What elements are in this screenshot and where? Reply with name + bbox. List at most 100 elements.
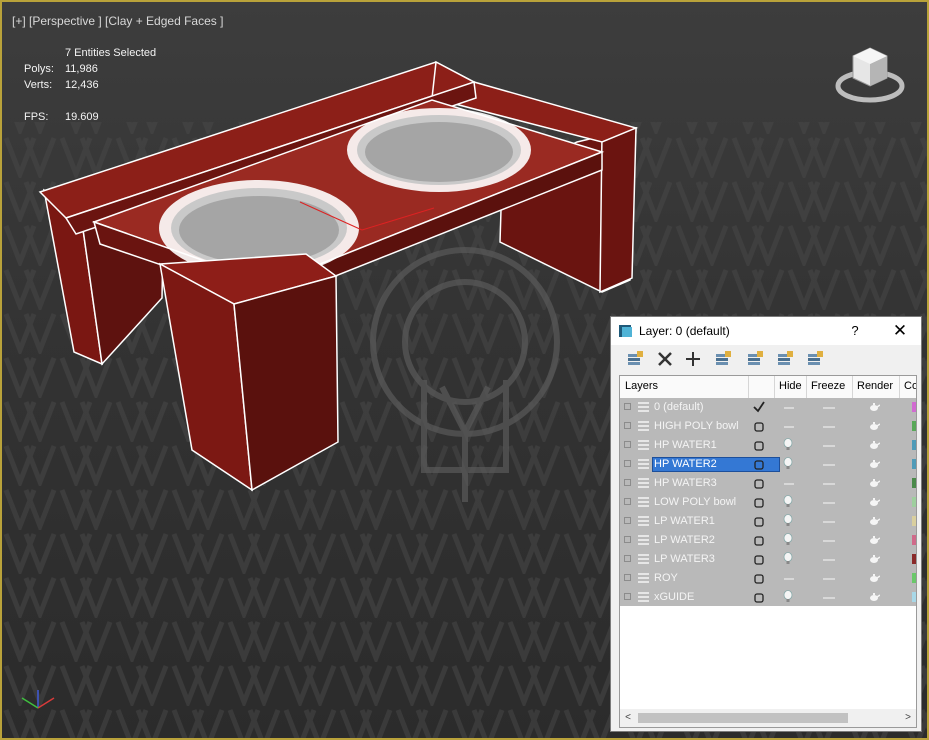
layer-name[interactable]: HP WATER1	[652, 438, 719, 453]
freeze-toggle[interactable]	[823, 426, 835, 428]
freeze-toggle[interactable]	[823, 578, 835, 580]
scroll-left-icon[interactable]: <	[622, 712, 634, 724]
column-render[interactable]: Render	[857, 380, 893, 392]
hide-all-icon[interactable]	[775, 349, 795, 369]
layer-color-swatch[interactable]	[912, 554, 916, 564]
viewport-label[interactable]: [+] [Perspective ] [Clay + Edged Faces ]	[12, 14, 223, 28]
perspective-viewport[interactable]: [+] [Perspective ] [Clay + Edged Faces ]…	[0, 0, 929, 740]
layer-color-swatch[interactable]	[912, 440, 916, 450]
help-button[interactable]: ?	[845, 321, 865, 341]
expand-icon[interactable]	[624, 479, 631, 486]
freeze-toggle[interactable]	[823, 464, 835, 466]
expand-icon[interactable]	[624, 593, 631, 600]
layer-name[interactable]: LP WATER2	[652, 533, 717, 548]
render-teapot-icon[interactable]	[868, 572, 881, 584]
select-in-layer-icon[interactable]	[713, 349, 733, 369]
freeze-toggle[interactable]	[823, 540, 835, 542]
render-teapot-icon[interactable]	[868, 534, 881, 546]
layer-color-swatch[interactable]	[912, 535, 916, 545]
layer-name[interactable]: ROY	[652, 571, 680, 586]
render-teapot-icon[interactable]	[868, 401, 881, 413]
freeze-toggle[interactable]	[823, 597, 835, 599]
layer-color-swatch[interactable]	[912, 459, 916, 469]
layer-color-swatch[interactable]	[912, 592, 916, 602]
hide-toggle-bulb-icon[interactable]	[782, 590, 794, 604]
layer-name[interactable]: LP WATER3	[652, 552, 717, 567]
hide-toggle-bulb-icon[interactable]	[782, 533, 794, 547]
horizontal-scrollbar[interactable]: < >	[620, 709, 916, 727]
render-teapot-icon[interactable]	[868, 477, 881, 489]
render-teapot-icon[interactable]	[868, 553, 881, 565]
expand-icon[interactable]	[624, 536, 631, 543]
scroll-right-icon[interactable]: >	[902, 712, 914, 724]
layer-row[interactable]: LP WATER1	[620, 512, 916, 531]
render-teapot-icon[interactable]	[868, 591, 881, 603]
render-teapot-icon[interactable]	[868, 420, 881, 432]
layer-explorer-dialog[interactable]: Layer: 0 (default) ? ✕ Layers Hide Freez…	[610, 316, 922, 732]
layer-row[interactable]: LP WATER3	[620, 550, 916, 569]
freeze-all-icon[interactable]	[805, 349, 825, 369]
layer-row[interactable]: xGUIDE	[620, 588, 916, 607]
current-layer-checkmark-icon[interactable]	[752, 400, 766, 414]
dialog-title-bar[interactable]: Layer: 0 (default) ? ✕	[611, 317, 921, 345]
layer-name[interactable]: LOW POLY bowl	[652, 495, 738, 510]
layer-row[interactable]: ROY	[620, 569, 916, 588]
freeze-toggle[interactable]	[823, 407, 835, 409]
layer-name[interactable]: LP WATER1	[652, 514, 717, 529]
hide-toggle-bulb-icon[interactable]	[782, 552, 794, 566]
layer-name[interactable]: xGUIDE	[652, 590, 696, 605]
expand-icon[interactable]	[624, 460, 631, 467]
close-button[interactable]: ✕	[889, 321, 911, 341]
expand-icon[interactable]	[624, 498, 631, 505]
set-current-checkbox[interactable]	[752, 590, 766, 604]
layer-color-swatch[interactable]	[912, 402, 916, 412]
render-teapot-icon[interactable]	[868, 515, 881, 527]
set-current-checkbox[interactable]	[752, 419, 766, 433]
render-teapot-icon[interactable]	[868, 458, 881, 470]
set-current-checkbox[interactable]	[752, 552, 766, 566]
expand-icon[interactable]	[624, 517, 631, 524]
layer-name[interactable]: HP WATER3	[652, 476, 719, 491]
add-to-layer-icon[interactable]	[683, 349, 703, 369]
expand-icon[interactable]	[624, 574, 631, 581]
hide-toggle[interactable]	[784, 426, 794, 428]
freeze-toggle[interactable]	[823, 521, 835, 523]
column-color[interactable]: Co	[904, 380, 916, 392]
layer-color-swatch[interactable]	[912, 516, 916, 526]
expand-icon[interactable]	[624, 422, 631, 429]
layer-row[interactable]: HIGH POLY bowl	[620, 417, 916, 436]
scroll-thumb[interactable]	[638, 713, 848, 723]
highlight-layer-icon[interactable]	[745, 349, 765, 369]
delete-layer-icon[interactable]	[655, 349, 675, 369]
layer-color-swatch[interactable]	[912, 478, 916, 488]
layer-row[interactable]: LOW POLY bowl	[620, 493, 916, 512]
freeze-toggle[interactable]	[823, 559, 835, 561]
column-layers[interactable]: Layers	[625, 380, 658, 392]
layer-color-swatch[interactable]	[912, 421, 916, 431]
set-current-checkbox[interactable]	[752, 571, 766, 585]
hide-toggle-bulb-icon[interactable]	[782, 438, 794, 452]
set-current-checkbox[interactable]	[752, 495, 766, 509]
layer-name[interactable]: 0 (default)	[652, 400, 706, 415]
hide-toggle-bulb-icon[interactable]	[782, 514, 794, 528]
layer-grid[interactable]: Layers Hide Freeze Render Co 0 (default)…	[619, 375, 917, 728]
expand-icon[interactable]	[624, 403, 631, 410]
expand-icon[interactable]	[624, 441, 631, 448]
freeze-toggle[interactable]	[823, 483, 835, 485]
viewcube-icon[interactable]	[835, 42, 905, 106]
layer-row[interactable]: LP WATER2	[620, 531, 916, 550]
set-current-checkbox[interactable]	[752, 438, 766, 452]
layer-row[interactable]: HP WATER1	[620, 436, 916, 455]
hide-toggle[interactable]	[784, 407, 794, 409]
layer-color-swatch[interactable]	[912, 497, 916, 507]
set-current-checkbox[interactable]	[752, 476, 766, 490]
column-hide[interactable]: Hide	[779, 380, 802, 392]
hide-toggle[interactable]	[784, 578, 794, 580]
freeze-toggle[interactable]	[823, 445, 835, 447]
hide-toggle-bulb-icon[interactable]	[782, 457, 794, 471]
layer-row[interactable]: 0 (default)	[620, 398, 916, 417]
hide-toggle-bulb-icon[interactable]	[782, 495, 794, 509]
set-current-checkbox[interactable]	[752, 533, 766, 547]
hide-toggle[interactable]	[784, 483, 794, 485]
set-current-checkbox[interactable]	[752, 457, 766, 471]
